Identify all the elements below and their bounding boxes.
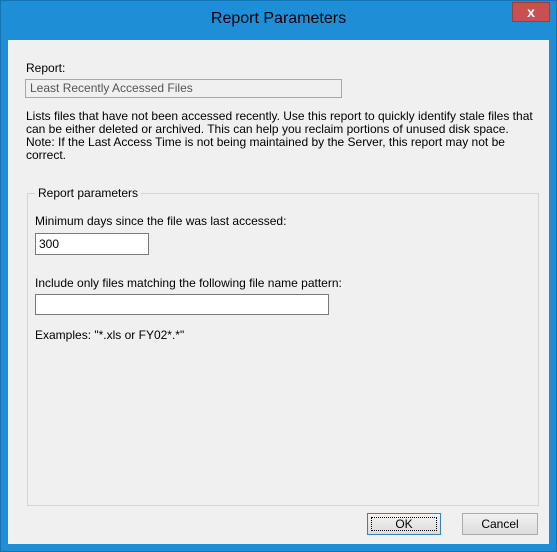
min-days-label: Minimum days since the file was last acc…: [35, 214, 287, 228]
dialog-title: Report Parameters: [210, 10, 347, 27]
pattern-examples-text: Examples: "*.xls or FY02*.*": [35, 328, 185, 342]
dialog-body: Report: Least Recently Accessed Files Li…: [8, 40, 549, 544]
report-parameters-dialog: Report Parameters x Report: Least Recent…: [0, 0, 557, 552]
title-bar[interactable]: Report Parameters x: [1, 1, 556, 40]
report-parameters-group-label: Report parameters: [35, 186, 142, 200]
cancel-button[interactable]: Cancel: [462, 513, 538, 535]
close-button[interactable]: x: [512, 2, 550, 22]
file-pattern-input[interactable]: [35, 294, 329, 315]
report-label: Report:: [26, 61, 66, 75]
ok-button-focus-rect: [371, 517, 437, 531]
report-name-field: Least Recently Accessed Files: [25, 79, 342, 98]
file-pattern-label: Include only files matching the followin…: [35, 276, 342, 290]
cancel-button-label: Cancel: [481, 517, 519, 531]
report-description: Lists files that have not been accessed …: [26, 109, 533, 162]
min-days-input[interactable]: [35, 233, 149, 255]
ok-button[interactable]: OK: [367, 513, 441, 535]
